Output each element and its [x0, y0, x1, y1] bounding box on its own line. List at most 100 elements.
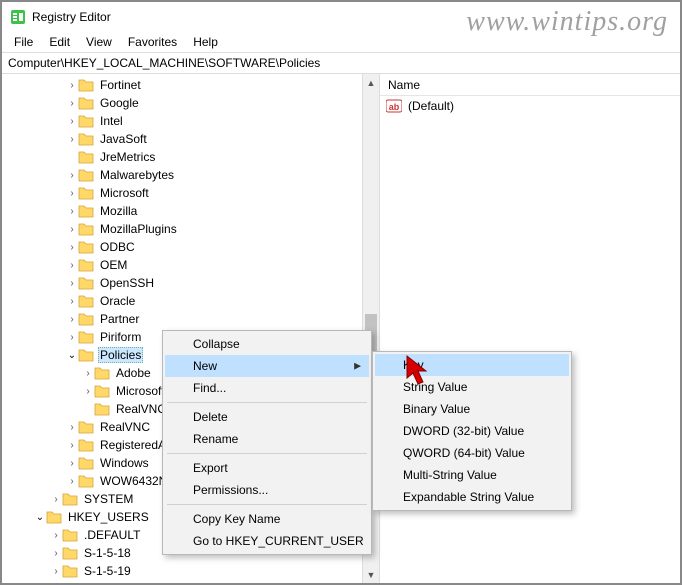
tree-item-label: .DEFAULT — [82, 528, 142, 542]
tree-item-label: JreMetrics — [98, 150, 157, 164]
menu-favorites[interactable]: Favorites — [120, 33, 185, 51]
new-submenu: Key String Value Binary Value DWORD (32-… — [372, 351, 572, 511]
menubar: File Edit View Favorites Help — [2, 32, 680, 52]
tree-item-label: SYSTEM — [82, 492, 135, 506]
folder-icon — [78, 96, 94, 110]
tree-item-label: Fortinet — [98, 78, 143, 92]
tree-item[interactable]: ›Intel — [2, 112, 379, 130]
folder-icon — [62, 492, 78, 506]
chevron-right-icon[interactable]: › — [50, 548, 62, 559]
tree-item[interactable]: ›JavaSoft — [2, 130, 379, 148]
menu-collapse[interactable]: Collapse — [165, 333, 369, 355]
tree-item-label: Policies — [98, 347, 143, 363]
chevron-right-icon[interactable]: › — [66, 314, 78, 325]
folder-icon — [46, 510, 62, 524]
chevron-right-icon[interactable]: › — [66, 440, 78, 451]
chevron-right-icon[interactable]: › — [66, 206, 78, 217]
menu-delete[interactable]: Delete — [165, 406, 369, 428]
submenu-multi-string-value[interactable]: Multi-String Value — [375, 464, 569, 486]
tree-item[interactable]: JreMetrics — [2, 148, 379, 166]
tree-item[interactable]: ›Mozilla — [2, 202, 379, 220]
chevron-right-icon[interactable]: › — [66, 134, 78, 145]
tree-item[interactable]: › Oracle — [2, 292, 379, 310]
chevron-right-icon[interactable]: › — [66, 242, 78, 253]
submenu-expandable-string-value[interactable]: Expandable String Value — [375, 486, 569, 508]
tree-item-label: Google — [98, 96, 141, 110]
tree-item[interactable]: › Fortinet — [2, 76, 379, 94]
folder-icon — [78, 330, 94, 344]
chevron-right-icon[interactable]: › — [66, 188, 78, 199]
tree-item-label: RealVNC — [114, 402, 168, 416]
folder-icon — [78, 114, 94, 128]
tree-item[interactable]: ›MozillaPlugins — [2, 220, 379, 238]
chevron-down-icon[interactable]: ⌄ — [66, 350, 78, 361]
value-name: (Default) — [408, 99, 454, 113]
tree-item[interactable]: ⌄S-1-5-20 — [2, 580, 379, 583]
chevron-right-icon[interactable]: › — [50, 494, 62, 505]
tree-item[interactable]: ›Partner — [2, 310, 379, 328]
menu-help[interactable]: Help — [185, 33, 226, 51]
submenu-key[interactable]: Key — [375, 354, 569, 376]
menu-copy-key-name[interactable]: Copy Key Name — [165, 508, 369, 530]
submenu-binary-value[interactable]: Binary Value — [375, 398, 569, 420]
submenu-qword-value[interactable]: QWORD (64-bit) Value — [375, 442, 569, 464]
menu-new[interactable]: New ▶ — [165, 355, 369, 377]
menu-file[interactable]: File — [6, 33, 41, 51]
scroll-down-icon[interactable]: ▼ — [363, 566, 379, 583]
folder-icon — [78, 438, 94, 452]
folder-icon — [78, 312, 94, 326]
chevron-right-icon[interactable]: › — [66, 260, 78, 271]
list-row[interactable]: ab (Default) — [380, 96, 680, 116]
menu-goto-hkcu[interactable]: Go to HKEY_CURRENT_USER — [165, 530, 369, 552]
chevron-right-icon[interactable]: › — [66, 332, 78, 343]
folder-icon — [78, 294, 94, 308]
menu-permissions[interactable]: Permissions... — [165, 479, 369, 501]
chevron-right-icon[interactable]: › — [66, 476, 78, 487]
chevron-right-icon[interactable]: › — [50, 530, 62, 541]
folder-icon — [78, 456, 94, 470]
folder-icon — [78, 150, 94, 164]
tree-item-label: RealVNC — [98, 420, 152, 434]
tree-item[interactable]: › Google — [2, 94, 379, 112]
tree-item[interactable]: ›OEM — [2, 256, 379, 274]
folder-icon — [78, 222, 94, 236]
addressbar[interactable]: Computer\HKEY_LOCAL_MACHINE\SOFTWARE\Pol… — [2, 52, 680, 74]
tree-item-label: ODBC — [98, 240, 137, 254]
menu-find[interactable]: Find... — [165, 377, 369, 399]
chevron-right-icon[interactable]: › — [66, 116, 78, 127]
tree-item-label: Microsoft — [114, 384, 167, 398]
menu-export[interactable]: Export — [165, 457, 369, 479]
chevron-right-icon[interactable]: › — [66, 98, 78, 109]
chevron-right-icon[interactable]: › — [66, 296, 78, 307]
chevron-right-icon[interactable]: › — [66, 422, 78, 433]
tree-item[interactable]: ›Malwarebytes — [2, 166, 379, 184]
tree-item[interactable]: ›Microsoft — [2, 184, 379, 202]
chevron-right-icon[interactable]: › — [66, 80, 78, 91]
submenu-dword-value[interactable]: DWORD (32-bit) Value — [375, 420, 569, 442]
folder-icon — [62, 546, 78, 560]
menu-separator — [167, 402, 367, 403]
folder-icon — [62, 528, 78, 542]
tree-item[interactable]: ›OpenSSH — [2, 274, 379, 292]
chevron-right-icon[interactable]: › — [82, 386, 94, 397]
chevron-right-icon[interactable]: › — [66, 278, 78, 289]
menu-separator — [167, 504, 367, 505]
scroll-up-icon[interactable]: ▲ — [363, 74, 379, 91]
chevron-down-icon[interactable]: ⌄ — [34, 512, 46, 523]
tree-item-label: Oracle — [98, 294, 137, 308]
folder-icon — [78, 474, 94, 488]
menu-new-label: New — [193, 359, 217, 373]
tree-item[interactable]: › ODBC — [2, 238, 379, 256]
menu-view[interactable]: View — [78, 33, 120, 51]
chevron-right-icon[interactable]: › — [66, 170, 78, 181]
menu-edit[interactable]: Edit — [41, 33, 78, 51]
folder-icon — [62, 564, 78, 578]
tree-item[interactable]: ›S-1-5-19 — [2, 562, 379, 580]
chevron-right-icon[interactable]: › — [66, 458, 78, 469]
chevron-right-icon[interactable]: › — [50, 566, 62, 577]
chevron-right-icon[interactable]: › — [66, 224, 78, 235]
chevron-right-icon[interactable]: › — [82, 368, 94, 379]
menu-rename[interactable]: Rename — [165, 428, 369, 450]
column-header-name[interactable]: Name — [380, 74, 680, 96]
submenu-string-value[interactable]: String Value — [375, 376, 569, 398]
